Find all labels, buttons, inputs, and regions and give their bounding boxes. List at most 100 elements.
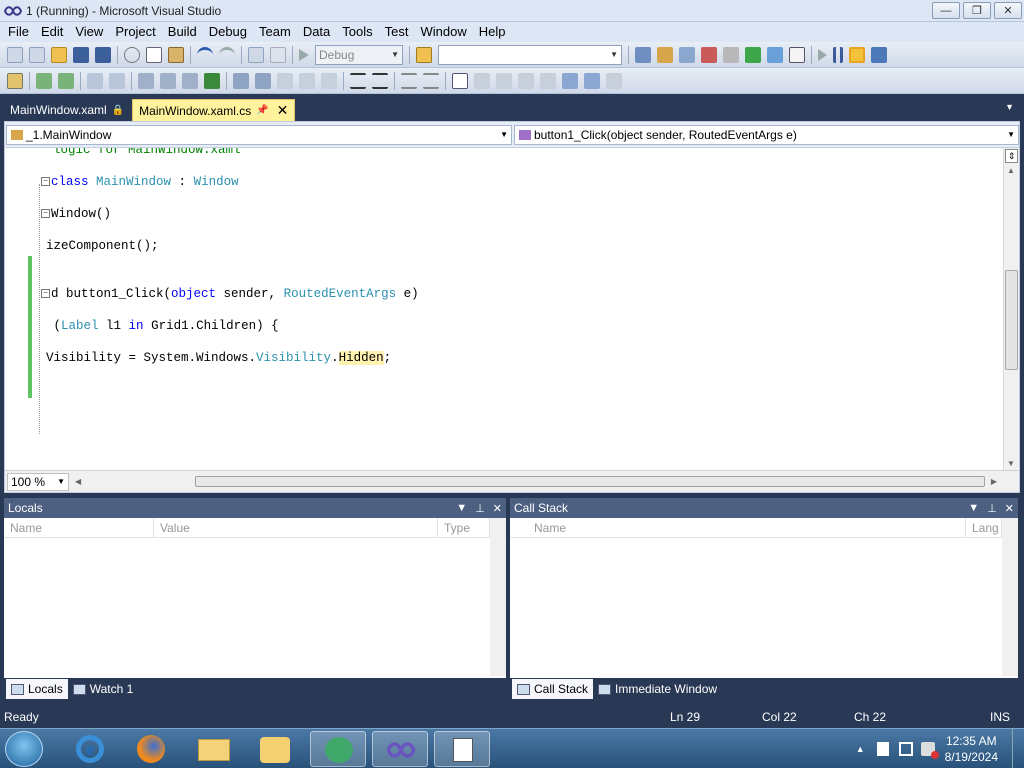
- list-members-icon[interactable]: [321, 72, 337, 89]
- member-dropdown[interactable]: button1_Click(object sender, RoutedEvent…: [514, 124, 1019, 145]
- menu-file[interactable]: File: [2, 22, 35, 42]
- tab-dropdown-icon[interactable]: ▼: [1005, 102, 1014, 112]
- class-dropdown[interactable]: _1.MainWindow ▼: [6, 124, 512, 145]
- maximize-button[interactable]: ❐: [963, 2, 991, 19]
- solution-configuration-combo[interactable]: Debug ▼: [315, 44, 403, 65]
- column-name[interactable]: Name: [4, 518, 154, 537]
- code-text-area[interactable]: logic for MainWindow.xaml − class MainWin…: [5, 148, 1003, 470]
- navigate-forward-icon[interactable]: [270, 46, 286, 63]
- format-document-icon[interactable]: [233, 72, 249, 89]
- undo-icon[interactable]: [197, 46, 213, 63]
- close-tab-icon[interactable]: ✕: [277, 102, 289, 119]
- font-icon[interactable]: [299, 72, 315, 89]
- menu-help[interactable]: Help: [473, 22, 512, 42]
- running-app-icon[interactable]: [434, 731, 490, 767]
- call-stack-vertical-scrollbar[interactable]: [1002, 518, 1018, 676]
- add-item-icon[interactable]: [29, 46, 45, 63]
- step-over-icon[interactable]: [58, 72, 74, 89]
- column-language[interactable]: Lang: [966, 518, 1002, 537]
- snipping-app-icon[interactable]: [310, 731, 366, 767]
- comment-icon[interactable]: [401, 72, 417, 89]
- next-bookmark-doc-icon[interactable]: [584, 72, 600, 89]
- split-handle-icon[interactable]: ⇕: [1005, 149, 1018, 163]
- find-combo[interactable]: ▼: [438, 44, 622, 65]
- increase-indent-icon[interactable]: [372, 72, 388, 89]
- clock[interactable]: 12:35 AM 8/19/2024: [945, 733, 998, 765]
- clear-bookmarks-icon[interactable]: [606, 72, 622, 89]
- stop-debugging-icon[interactable]: [849, 46, 865, 63]
- menu-view[interactable]: View: [69, 22, 109, 42]
- start-button[interactable]: [5, 731, 43, 767]
- open-file-icon[interactable]: [51, 46, 67, 63]
- firefox-icon[interactable]: [124, 731, 180, 767]
- visual-studio-taskbar-icon[interactable]: [372, 731, 428, 767]
- scroll-up-icon[interactable]: ▲: [1007, 166, 1015, 175]
- break-all-icon[interactable]: [833, 46, 843, 63]
- extensions-icon[interactable]: [723, 46, 739, 63]
- prev-bookmark-folder-icon[interactable]: [518, 72, 534, 89]
- restart-icon[interactable]: [871, 46, 887, 63]
- paste-icon[interactable]: [168, 46, 184, 63]
- class-view-icon[interactable]: [767, 46, 783, 63]
- pin-icon[interactable]: 📌: [256, 105, 268, 116]
- file-explorer-icon[interactable]: [186, 731, 242, 767]
- close-icon[interactable]: ✕: [493, 502, 502, 515]
- hex-display-icon[interactable]: [138, 72, 154, 89]
- step-into-icon[interactable]: [36, 72, 52, 89]
- new-project-icon[interactable]: [7, 46, 23, 63]
- collapse-icon[interactable]: −: [41, 289, 50, 299]
- redo-icon[interactable]: [219, 46, 235, 63]
- show-desktop-button[interactable]: [1012, 729, 1024, 768]
- menu-data[interactable]: Data: [297, 22, 336, 42]
- breakpoints-icon[interactable]: [160, 72, 176, 89]
- show-next-statement-icon[interactable]: [109, 72, 125, 89]
- close-icon[interactable]: ✕: [1005, 502, 1014, 515]
- zoom-combo[interactable]: 100 % ▼: [7, 472, 69, 491]
- tab-locals[interactable]: Locals: [6, 679, 68, 699]
- menu-debug[interactable]: Debug: [203, 22, 253, 42]
- panel-dropdown-icon[interactable]: ▼: [456, 502, 467, 515]
- toolbox-icon[interactable]: [701, 46, 717, 63]
- column-name[interactable]: Name: [510, 518, 966, 537]
- menu-tools[interactable]: Tools: [336, 22, 378, 42]
- column-value[interactable]: Value: [154, 518, 438, 537]
- sort-icon[interactable]: [255, 72, 271, 89]
- close-window-button[interactable]: ✕: [994, 2, 1022, 19]
- menu-team[interactable]: Team: [253, 22, 297, 42]
- start-page-icon[interactable]: [745, 46, 761, 63]
- scroll-right-icon[interactable]: ▶: [991, 477, 997, 486]
- refresh-icon[interactable]: [7, 72, 23, 89]
- tab-immediate-window[interactable]: Immediate Window: [593, 679, 722, 699]
- column-type[interactable]: Type: [438, 518, 490, 537]
- cut-icon[interactable]: [124, 46, 140, 63]
- threads-icon[interactable]: [204, 72, 220, 89]
- horizontal-scroll-thumb[interactable]: [195, 476, 985, 487]
- tab-watch-1[interactable]: Watch 1: [68, 679, 139, 699]
- step-out-icon[interactable]: [87, 72, 103, 89]
- command-window-icon[interactable]: [789, 46, 805, 63]
- pin-icon[interactable]: ⊥: [475, 502, 485, 515]
- next-bookmark-icon[interactable]: [496, 72, 512, 89]
- memory-icon[interactable]: [182, 72, 198, 89]
- scroll-thumb[interactable]: [1005, 270, 1018, 370]
- menu-test[interactable]: Test: [379, 22, 415, 42]
- toggle-bookmark-icon[interactable]: [452, 72, 468, 89]
- navigate-backward-icon[interactable]: [248, 46, 264, 63]
- vertical-scrollbar[interactable]: ⇕ ▲ ▼: [1003, 148, 1019, 470]
- menu-project[interactable]: Project: [109, 22, 161, 42]
- show-hidden-icons-icon[interactable]: ▲: [856, 744, 865, 754]
- prev-bookmark-icon[interactable]: [474, 72, 490, 89]
- copy-icon[interactable]: [146, 46, 162, 63]
- start-debugging-icon[interactable]: [299, 48, 309, 61]
- tab-mainwindow-xaml-cs[interactable]: MainWindow.xaml.cs 📌 ✕: [132, 99, 296, 121]
- save-all-icon[interactable]: [95, 46, 111, 63]
- menu-edit[interactable]: Edit: [35, 22, 69, 42]
- next-bookmark-folder-icon[interactable]: [540, 72, 556, 89]
- properties-icon[interactable]: [657, 46, 673, 63]
- cursor-icon[interactable]: [277, 72, 293, 89]
- pin-icon[interactable]: ⊥: [987, 502, 997, 515]
- tab-mainwindow-xaml[interactable]: MainWindow.xaml 🔒: [4, 99, 130, 121]
- scroll-left-icon[interactable]: ◀: [75, 477, 81, 486]
- object-browser-icon[interactable]: [679, 46, 695, 63]
- uncomment-icon[interactable]: [423, 72, 439, 89]
